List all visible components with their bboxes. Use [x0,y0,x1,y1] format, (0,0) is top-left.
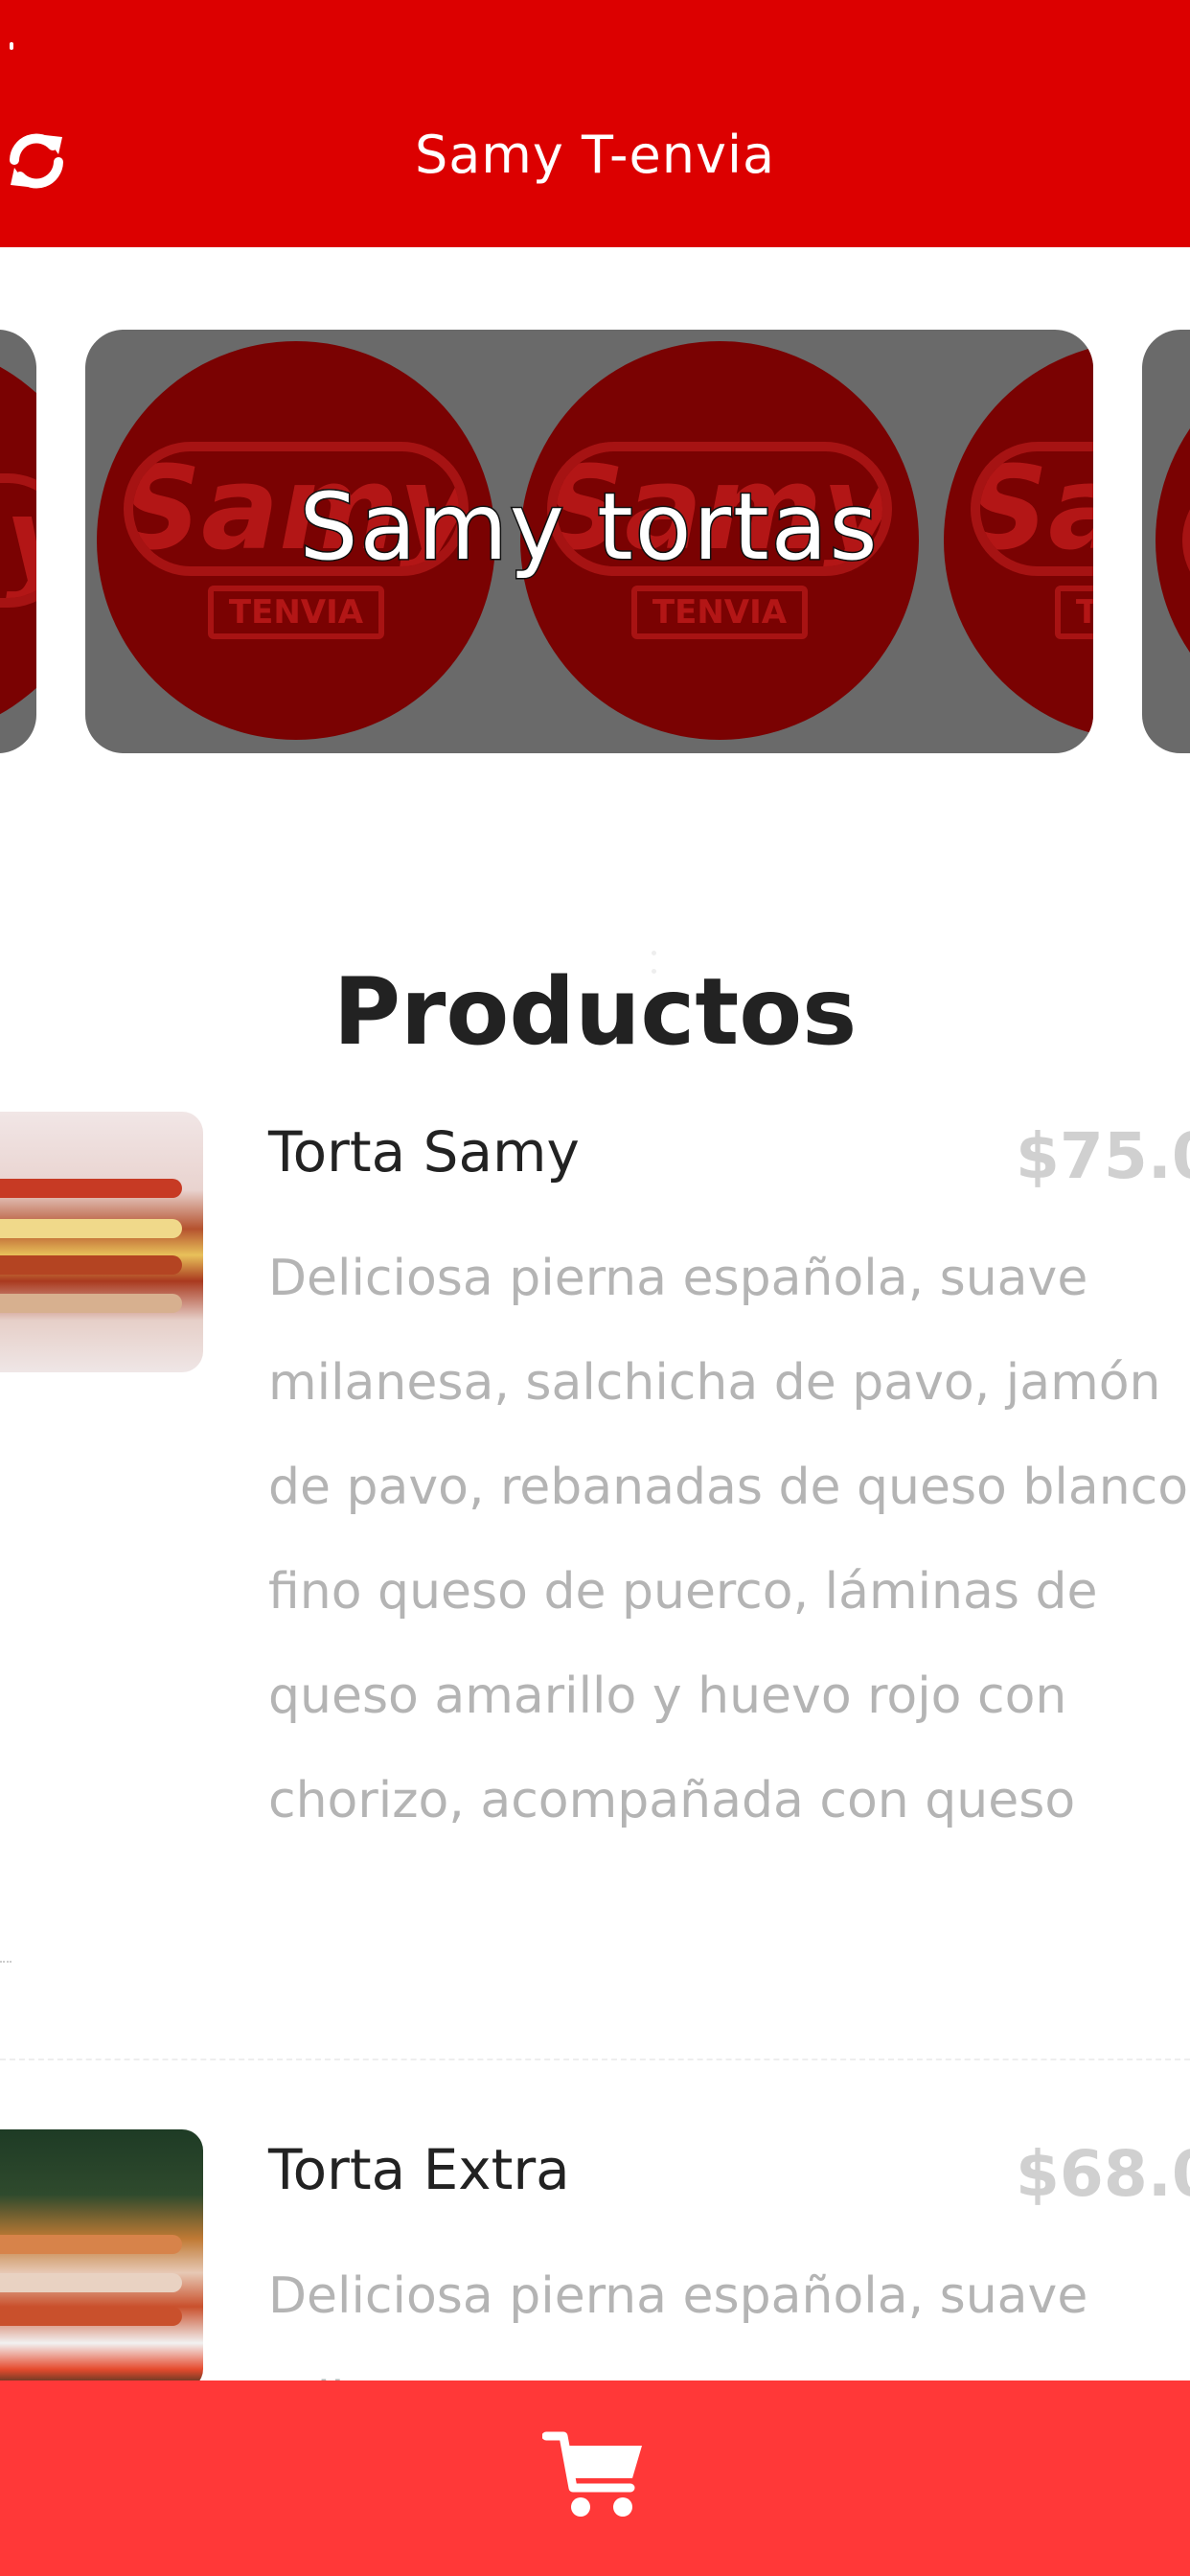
product-description: Deliciosa pierna española, suave milanes… [268,1250,1190,1829]
app-screen: Samy T-envia Samy Samy TENVIA Samy TENVI… [0,0,1190,2576]
carousel-slide-next[interactable]: Samy [1142,330,1190,753]
header-title: Samy T-envia [414,125,776,185]
carousel-pagination [652,941,719,974]
brand-logo: Samy [0,341,36,740]
carousel-slide-current[interactable]: Samy TENVIA Samy TENVIA Samy TENVIA Samy… [85,330,1093,753]
product-name: Torta Extra [268,2137,570,2202]
product-image [0,1112,203,1372]
product-name: Torta Samy [268,1119,580,1184]
list-separator [0,2058,1190,2060]
carousel-caption: Samy tortas [298,472,880,583]
product-price: $75.00 [1016,1119,1190,1193]
banner-carousel[interactable]: Samy Samy TENVIA Samy TENVIA Samy TENVIA… [0,330,1190,753]
cart-button[interactable] [0,2380,1190,2576]
brand-logo: Samy [1156,341,1190,740]
status-indicator [10,42,13,50]
cart-icon [541,2428,648,2528]
carousel-slide-previous[interactable]: Samy [0,330,36,753]
brand-logo-subtext: TENVIA [630,586,809,639]
brand-logo-subtext: TENVIA [207,586,385,639]
divider-mark [0,1961,11,1963]
app-header: Samy T-envia [0,0,1190,247]
product-image [0,2129,203,2390]
section-title: Productos [332,958,858,1066]
brand-logo-subtext: TENVIA [1054,586,1093,639]
product-price: $68.00 [1016,2137,1190,2211]
